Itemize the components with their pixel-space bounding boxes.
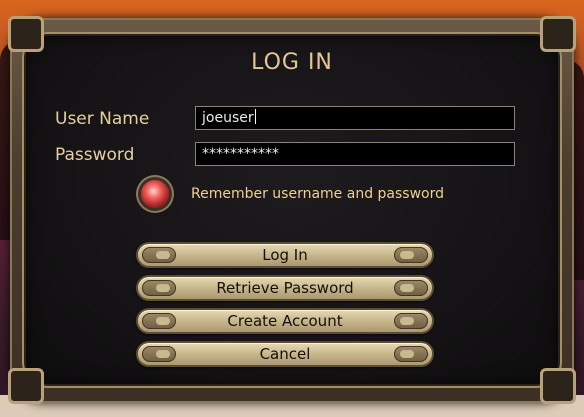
password-label: Password [55, 145, 135, 165]
password-field[interactable]: *********** [195, 142, 515, 166]
frame-corner-top-left [8, 16, 44, 52]
button-cap-right [394, 313, 428, 329]
frame-corner-bottom-left [8, 368, 44, 404]
frame-corner-bottom-right [540, 368, 576, 404]
button-cap-right [394, 346, 428, 362]
retrieve-password-button[interactable]: Retrieve Password [136, 275, 434, 301]
text-caret [254, 109, 256, 124]
username-value: joeuser [202, 110, 254, 126]
dialog-title: LOG IN [251, 50, 333, 75]
login-button[interactable]: Log In [136, 242, 434, 268]
create-account-button-label: Create Account [227, 312, 343, 330]
button-cap-left [142, 280, 176, 296]
frame-corner-top-right [540, 16, 576, 52]
username-field[interactable]: joeuser [195, 106, 515, 130]
cancel-button-label: Cancel [259, 345, 311, 363]
button-cap-left [142, 346, 176, 362]
dialog-panel [22, 32, 562, 388]
retrieve-password-button-label: Retrieve Password [216, 279, 354, 297]
create-account-button[interactable]: Create Account [136, 308, 434, 334]
login-button-label: Log In [262, 246, 308, 264]
password-value: *********** [202, 146, 279, 162]
cancel-button[interactable]: Cancel [136, 341, 434, 367]
button-cap-right [394, 280, 428, 296]
button-cap-left [142, 313, 176, 329]
username-label: User Name [55, 109, 150, 129]
remember-label[interactable]: Remember username and password [191, 186, 444, 202]
button-cap-left [142, 247, 176, 263]
button-cap-right [394, 247, 428, 263]
remember-toggle[interactable] [141, 180, 169, 208]
